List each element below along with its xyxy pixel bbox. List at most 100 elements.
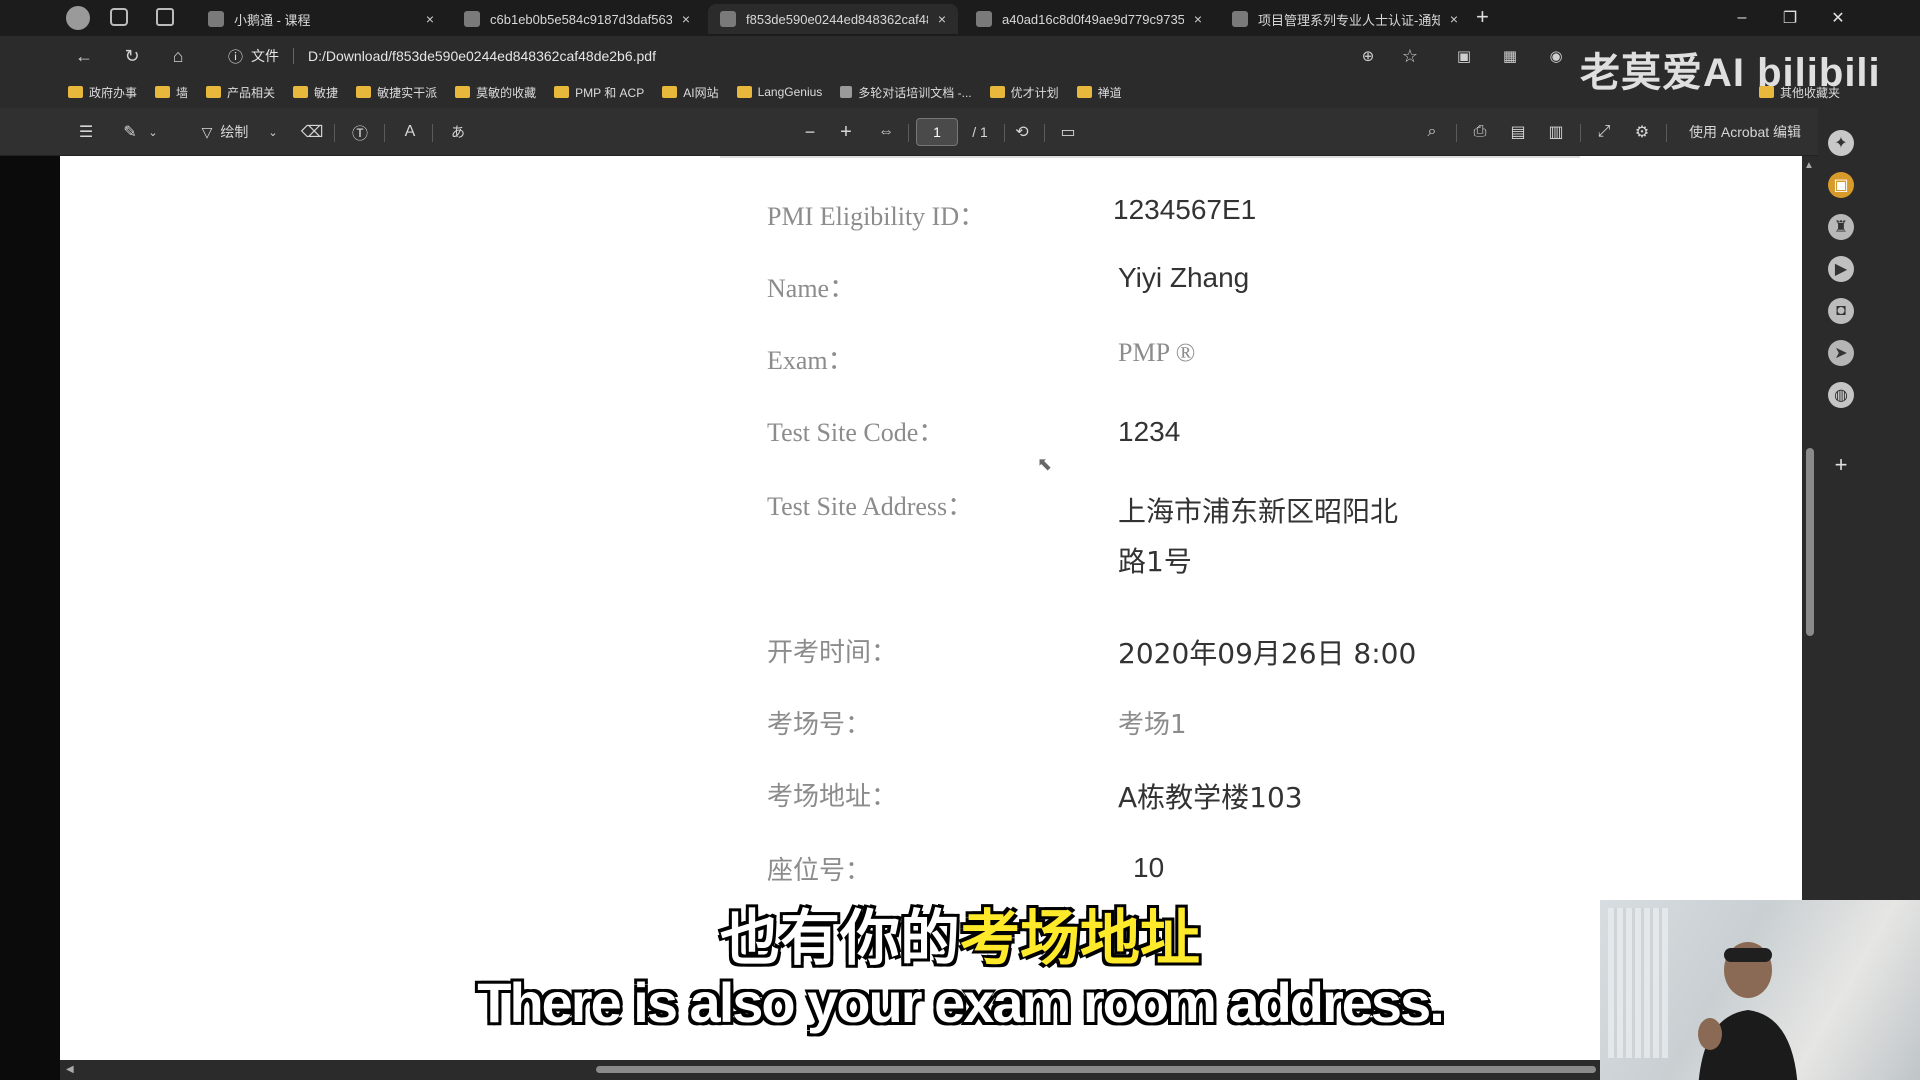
zoom-icon[interactable]: ⊕ [1352, 42, 1384, 70]
vertical-tabs-icon[interactable] [156, 8, 174, 26]
field-value-start-time: 2020年09月26日 8:00 [1118, 637, 1417, 670]
read-aloud-button[interactable]: A [396, 118, 424, 146]
extension-icon[interactable]: ◉ [1540, 42, 1572, 70]
tab-1[interactable]: 小鹅通 - 课程 × [196, 4, 446, 34]
folder-icon [293, 86, 309, 98]
bookmark-folder[interactable]: 产品相关 [206, 84, 275, 101]
scroll-up-icon[interactable]: ▲ [1804, 160, 1814, 171]
settings-gear-icon[interactable]: ⚙ [1628, 118, 1656, 146]
window-blinds [1608, 908, 1668, 1058]
save-as-icon[interactable]: ▥ [1542, 118, 1570, 146]
home-icon[interactable]: ⌂ [162, 42, 194, 70]
text-box-icon[interactable]: Ⓣ [346, 118, 374, 146]
page-top-rule [720, 156, 1580, 158]
send-icon[interactable]: ➤ [1828, 340, 1854, 366]
tab-close-icon[interactable]: × [682, 11, 690, 27]
bookmark-folder[interactable]: 敏捷 [293, 84, 338, 101]
favorite-star-icon[interactable]: ☆ [1394, 42, 1426, 70]
draw-button[interactable]: ▽ 绘制 [190, 118, 260, 146]
bookmark-folder[interactable]: 敏捷实干派 [356, 84, 437, 101]
eraser-icon[interactable]: ⌫ [298, 118, 326, 146]
bookmark-folder[interactable]: 禅道 [1076, 84, 1122, 101]
close-window-button[interactable]: ✕ [1816, 4, 1860, 32]
back-icon[interactable]: ← [68, 42, 100, 70]
bookmark-link[interactable]: 多轮对话培训文档 -... [840, 84, 972, 101]
search-icon[interactable]: ⌕ [1418, 118, 1446, 146]
add-sidebar-icon[interactable]: + [1828, 452, 1854, 478]
play-icon[interactable]: ▶ [1828, 256, 1854, 282]
bookmark-label: 多轮对话培训文档 -... [858, 85, 972, 100]
bookmark-label: AI网站 [683, 85, 719, 100]
tab-favicon-icon [208, 11, 224, 27]
refresh-icon[interactable]: ↻ [116, 42, 148, 70]
print-icon[interactable]: ⎙ [1466, 118, 1494, 146]
extension-icon[interactable]: ▣ [1448, 42, 1480, 70]
folder-icon [155, 86, 171, 98]
contents-icon[interactable]: ☰ [72, 118, 100, 146]
tab-3[interactable]: f853de590e0244ed848362caf48c × [708, 4, 958, 34]
address-bar[interactable]: ⓘ 文件 D:/Download/f853de590e0244ed848362c… [218, 42, 1388, 70]
page-view-icon[interactable]: ▭ [1054, 118, 1082, 146]
bookmark-folder[interactable]: LangGenius [736, 85, 822, 99]
tab-close-icon[interactable]: × [1450, 11, 1458, 27]
field-value-exam: PMP ® [1118, 338, 1196, 367]
save-icon[interactable]: ▤ [1504, 118, 1532, 146]
tag-icon[interactable]: ✦ [1828, 130, 1854, 156]
address-url[interactable]: D:/Download/f853de590e0244ed848362caf48d… [308, 48, 656, 64]
chevron-down-icon[interactable]: ⌄ [266, 118, 280, 146]
field-value-name: Yiyi Zhang [1118, 262, 1250, 293]
profile-icon[interactable] [66, 6, 90, 30]
field-label-test-site-code: Test Site Code： [767, 418, 945, 447]
tab-close-icon[interactable]: × [1194, 11, 1202, 27]
tab-close-icon[interactable]: × [938, 11, 946, 27]
bookmark-label: 莫敏的收藏 [476, 85, 537, 100]
scroll-left-icon[interactable]: ◀ [66, 1064, 74, 1075]
zoom-out-button[interactable]: − [796, 118, 824, 146]
field-label-exam: Exam： [767, 346, 854, 375]
bookmark-folder[interactable]: 墙 [155, 84, 188, 101]
shopping-icon[interactable]: ▣ [1828, 172, 1854, 198]
tab-2[interactable]: c6b1eb0b5e584c9187d3daf563c × [452, 4, 702, 34]
tab-5[interactable]: 项目管理系列专业人士认证-通知 × [1220, 4, 1470, 34]
acrobat-edit-button[interactable]: 使用 Acrobat 编辑 [1680, 118, 1810, 146]
games-icon[interactable]: ♜ [1828, 214, 1854, 240]
fullscreen-icon[interactable]: ⤢ [1590, 118, 1618, 146]
tab-close-icon[interactable]: × [426, 11, 434, 27]
new-tab-button[interactable]: + [1476, 4, 1489, 30]
chevron-down-icon[interactable]: ⌄ [146, 118, 160, 146]
field-value-room-number: 考场1 [1118, 710, 1187, 740]
field-value-test-site-code: 1234 [1118, 416, 1181, 447]
folder-icon [989, 86, 1005, 98]
bookmark-folder[interactable]: AI网站 [662, 84, 719, 101]
page-number-input[interactable]: 1 [916, 118, 958, 146]
bookmark-folder[interactable]: 莫敏的收藏 [455, 84, 536, 101]
bookmark-folder[interactable]: PMP 和 ACP [554, 84, 644, 101]
page-icon [840, 86, 853, 98]
bookmark-folder[interactable]: 优才计划 [989, 84, 1059, 101]
field-label-eligibility-id: PMI Eligibility ID： [767, 202, 986, 231]
workspaces-icon[interactable] [110, 8, 128, 26]
subtitle-chinese-prefix: 也有你的 [720, 905, 960, 972]
field-label-name: Name： [767, 274, 856, 303]
tab-favicon-icon [464, 11, 480, 27]
zoom-in-button[interactable]: + [832, 118, 860, 146]
bookmark-label: 敏捷实干派 [377, 85, 438, 100]
minimize-button[interactable]: – [1720, 4, 1764, 32]
info-icon[interactable]: ⓘ [228, 46, 243, 67]
bookmark-folder[interactable]: 政府办事 [68, 84, 137, 101]
translate-button[interactable]: あ [444, 118, 472, 146]
restore-button[interactable]: ❐ [1768, 4, 1812, 32]
tab-strip: 小鹅通 - 课程 × c6b1eb0b5e584c9187d3daf563c ×… [0, 0, 1920, 36]
fit-width-icon[interactable]: ⇔ [872, 118, 900, 146]
presenter-webcam [1600, 900, 1920, 1080]
outlook-icon[interactable]: ◍ [1828, 382, 1854, 408]
horizontal-scroll-thumb[interactable] [596, 1066, 1596, 1073]
vertical-scroll-thumb[interactable] [1806, 448, 1814, 636]
office-icon[interactable]: ◘ [1828, 298, 1854, 324]
extension-icon[interactable]: ▦ [1494, 42, 1526, 70]
rotate-icon[interactable]: ⟲ [1008, 118, 1036, 146]
bookmark-label: 产品相关 [227, 85, 276, 100]
highlight-icon[interactable]: ✎ [116, 118, 144, 146]
toolbar-divider [1004, 124, 1005, 142]
tab-4[interactable]: a40ad16c8d0f49ae9d779c97358 × [964, 4, 1214, 34]
